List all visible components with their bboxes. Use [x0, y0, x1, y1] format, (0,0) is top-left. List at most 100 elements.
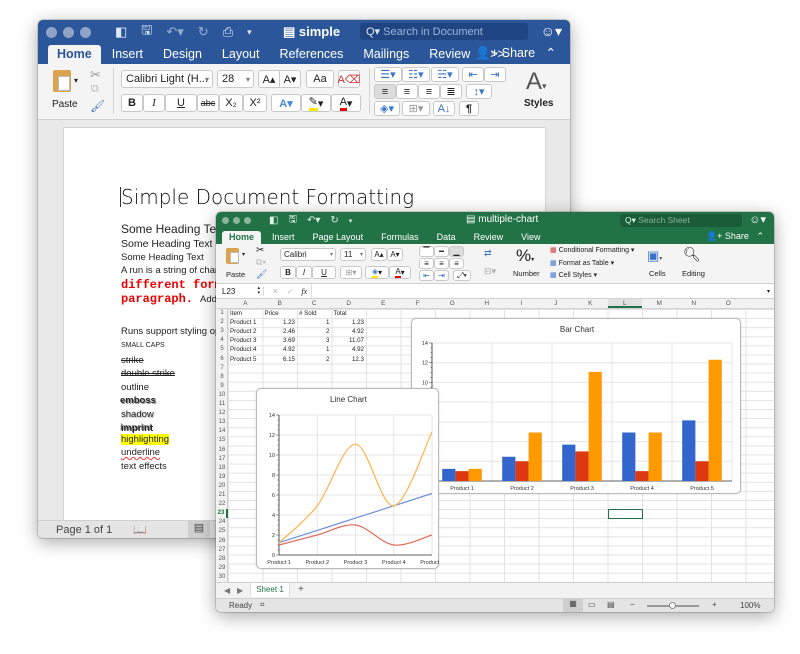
table-header-cell[interactable]: Total: [334, 309, 365, 318]
table-cell[interactable]: 2: [299, 355, 329, 364]
format-painter-icon[interactable]: 🖌: [256, 269, 267, 280]
cell-styles-button[interactable]: ▦ Cell Styles ▾: [550, 271, 597, 279]
row-header-14[interactable]: 14: [216, 427, 228, 436]
table-cell[interactable]: 1.23: [265, 318, 295, 327]
shading-button[interactable]: ◈▾: [374, 101, 400, 116]
table-cell[interactable]: Product 1: [230, 318, 261, 327]
number-format-button[interactable]: %▾ Number: [512, 246, 546, 282]
table-cell[interactable]: 4.92: [265, 345, 295, 354]
decrease-indent-button[interactable]: ⇤: [462, 67, 484, 82]
subscript-button[interactable]: X₂: [219, 94, 243, 112]
zoom-in-button[interactable]: +: [712, 600, 717, 609]
table-cell[interactable]: 2: [299, 327, 329, 336]
copy-icon[interactable]: ⧉▾: [256, 257, 266, 268]
numbering-button[interactable]: ☷▾: [402, 67, 430, 82]
row-header-24[interactable]: 24: [216, 518, 228, 527]
strikethrough-button[interactable]: abc: [197, 94, 219, 112]
align-right-button[interactable]: ≡: [418, 84, 440, 99]
sidebar-toggle-icon[interactable]: ◧: [269, 215, 278, 226]
align-right-button[interactable]: ≡: [449, 258, 464, 269]
share-button[interactable]: 👤+ Share ⌃: [475, 45, 556, 61]
proofing-icon[interactable]: 📖: [133, 524, 147, 536]
bullets-button[interactable]: ☰▾: [374, 67, 402, 82]
table-cell[interactable]: Product 2: [230, 327, 261, 336]
enter-icon[interactable]: ✓: [287, 287, 294, 296]
borders-button[interactable]: ⊞▾: [402, 101, 430, 116]
zoom-button[interactable]: [244, 217, 251, 224]
page-layout-view-icon[interactable]: ▭: [588, 600, 596, 609]
row-header-7[interactable]: 7: [216, 364, 228, 373]
align-middle-button[interactable]: ━: [434, 246, 449, 257]
minimize-button[interactable]: [63, 26, 74, 38]
close-button[interactable]: [46, 26, 57, 38]
column-header-d[interactable]: D: [332, 300, 367, 307]
table-cell[interactable]: 2.46: [265, 327, 295, 336]
row-header-16[interactable]: 16: [216, 446, 228, 455]
font-color-button[interactable]: A ▾: [331, 94, 361, 112]
borders-button[interactable]: ⊞▾: [340, 266, 362, 279]
paste-button[interactable]: ▾ Paste: [50, 68, 84, 114]
row-header-23[interactable]: 23: [216, 509, 228, 519]
underline-button[interactable]: U: [165, 94, 197, 112]
row-header-9[interactable]: 9: [216, 382, 228, 391]
fill-color-button[interactable]: ◈ ▾: [365, 266, 389, 279]
table-cell[interactable]: Product 5: [230, 355, 261, 364]
table-cell[interactable]: 1: [299, 345, 329, 354]
next-sheet-icon[interactable]: ▶: [237, 586, 243, 595]
customize-qat-icon[interactable]: ▾: [247, 27, 252, 38]
share-button[interactable]: 👤+ Share ⌃: [706, 231, 764, 242]
customize-qat-icon[interactable]: ▾: [349, 217, 353, 225]
row-header-19[interactable]: 19: [216, 473, 228, 482]
align-left-button[interactable]: ≡: [374, 84, 396, 99]
table-header-cell[interactable]: # Sold: [299, 309, 330, 318]
tab-mailings[interactable]: Mailings: [354, 45, 418, 64]
font-size-select[interactable]: 28 ▾: [217, 70, 254, 88]
font-color-button[interactable]: A ▾: [389, 266, 411, 279]
italic-button[interactable]: I: [296, 266, 312, 279]
cut-icon[interactable]: ✂: [256, 245, 264, 256]
editing-button[interactable]: 🔍︎ Editing: [680, 246, 710, 282]
row-header-21[interactable]: 21: [216, 491, 228, 500]
row-header-18[interactable]: 18: [216, 464, 228, 473]
tab-review[interactable]: Review: [420, 45, 479, 64]
increase-indent-button[interactable]: ⇥: [484, 67, 506, 82]
bar-chart[interactable]: Bar Chart02468101214Product 1Product 2Pr…: [411, 318, 741, 494]
normal-view-icon[interactable]: ▦: [563, 599, 583, 612]
wrap-text-icon[interactable]: ⇄: [484, 248, 492, 259]
tab-insert[interactable]: Insert: [265, 231, 302, 244]
font-name-select[interactable]: Calibri Light (H... ▾: [121, 70, 213, 88]
row-header-22[interactable]: 22: [216, 500, 228, 509]
clear-formatting-button[interactable]: A⌫: [338, 70, 360, 88]
styles-button[interactable]: A▾ Styles: [520, 68, 560, 114]
table-cell[interactable]: 3.69: [265, 336, 295, 345]
table-cell[interactable]: 3: [299, 336, 329, 345]
align-top-button[interactable]: ▔: [419, 246, 434, 257]
shrink-font-button[interactable]: A▾: [387, 248, 403, 261]
table-header-cell[interactable]: Item: [230, 309, 261, 318]
column-header-i[interactable]: I: [504, 300, 539, 307]
row-header-4[interactable]: 4: [216, 336, 228, 345]
change-case-button[interactable]: Aa: [306, 70, 334, 88]
bold-button[interactable]: B: [121, 94, 143, 112]
decrease-indent-button[interactable]: ⇤: [419, 270, 434, 281]
table-cell[interactable]: 1: [299, 318, 329, 327]
paste-button[interactable]: ▾ Paste: [224, 247, 252, 281]
row-header-10[interactable]: 10: [216, 391, 228, 400]
table-cell[interactable]: 12.3: [334, 355, 364, 364]
row-header-12[interactable]: 12: [216, 409, 228, 418]
column-header-g[interactable]: G: [435, 300, 470, 307]
justify-button[interactable]: ≣: [440, 84, 462, 99]
column-header-b[interactable]: B: [263, 300, 298, 307]
zoom-out-button[interactable]: −: [630, 600, 635, 609]
tab-view[interactable]: View: [514, 231, 547, 244]
tab-home[interactable]: Home: [222, 231, 262, 244]
collapse-ribbon-icon[interactable]: ⌃: [539, 46, 556, 60]
tab-references[interactable]: References: [270, 45, 352, 64]
zoom-slider-thumb[interactable]: [669, 602, 676, 609]
row-header-1[interactable]: 1: [216, 309, 228, 318]
row-header-11[interactable]: 11: [216, 400, 228, 409]
row-header-15[interactable]: 15: [216, 436, 228, 445]
feedback-smiley-icon[interactable]: ☺▾: [749, 213, 766, 226]
table-cell[interactable]: Product 4: [230, 345, 261, 354]
row-header-6[interactable]: 6: [216, 355, 228, 364]
